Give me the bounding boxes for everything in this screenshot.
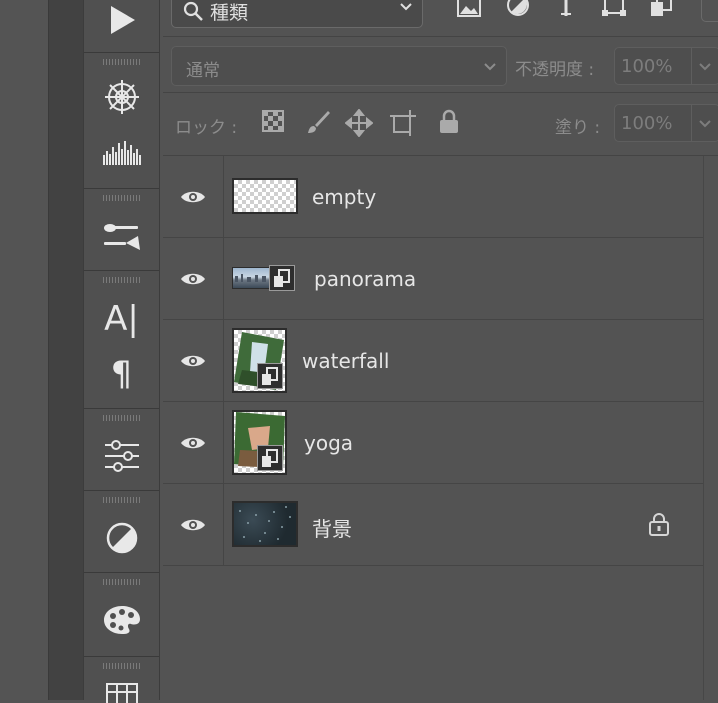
fill-value: 100% [621, 113, 673, 134]
type-filter-icon[interactable] [553, 0, 579, 20]
dock-grip[interactable] [84, 415, 159, 421]
layers-panel: 種類 通常 不透明度 : 100% ロック: 塗り: 100% empty … [163, 0, 718, 700]
layer-list-scrollbar[interactable] [703, 156, 718, 700]
visibility-toggle[interactable] [163, 156, 224, 237]
lock-position-icon[interactable] [345, 109, 373, 137]
layer-thumbnail [232, 501, 298, 547]
panel-icon-dock: A| ¶ [83, 0, 160, 703]
dock-group-type: A| ¶ [84, 271, 159, 409]
palette-icon[interactable] [84, 597, 159, 643]
layer-thumbnail [232, 267, 272, 289]
canvas-area [0, 0, 48, 700]
layer-thumbnail [232, 178, 298, 214]
dock-group-color [84, 53, 159, 189]
layer-name[interactable]: waterfall [302, 349, 389, 373]
layer-row-panorama[interactable]: panorama [163, 238, 703, 320]
layer-name[interactable]: panorama [314, 267, 416, 291]
filter-kind-label: 種類 [210, 1, 249, 24]
lock-artboard-icon[interactable] [389, 109, 417, 137]
color-wheel-icon[interactable] [84, 75, 159, 119]
dock-grip[interactable] [84, 497, 159, 503]
opacity-label: 不透明度 : [515, 60, 595, 80]
chevron-down-icon [484, 63, 496, 71]
dock-grip[interactable] [84, 579, 159, 585]
layer-row-waterfall[interactable]: waterfall [163, 320, 703, 402]
opacity-field-divider [691, 48, 692, 84]
visibility-toggle[interactable] [163, 402, 224, 483]
lock-image-pixels-icon[interactable] [305, 109, 331, 135]
contrast-icon[interactable] [84, 515, 159, 561]
adjustment-filter-icon[interactable] [505, 0, 531, 20]
opacity-field[interactable]: 100% [614, 47, 718, 85]
paragraph-icon[interactable]: ¶ [84, 351, 159, 397]
adjustments-icon[interactable] [84, 433, 159, 479]
eye-icon [181, 355, 205, 366]
dock-group-properties [84, 491, 159, 573]
fill-field-divider [691, 105, 692, 141]
chevron-down-icon[interactable] [697, 116, 713, 132]
lock-options-bar: ロック : 塗り : 100% [163, 93, 718, 156]
layer-name[interactable]: yoga [304, 431, 353, 455]
dock-grip[interactable] [84, 59, 159, 65]
fill-label: 塗り : [555, 118, 601, 138]
image-filter-icon[interactable] [456, 0, 482, 20]
smart-object-icon [257, 445, 283, 471]
eye-icon [181, 191, 205, 202]
blend-mode-select[interactable]: 通常 [171, 46, 507, 86]
layer-lock-icon[interactable] [648, 512, 670, 536]
layer-name[interactable]: 背景 [312, 513, 352, 542]
grid-icon[interactable] [84, 683, 159, 703]
filter-toggle[interactable] [701, 0, 718, 22]
lock-transparent-pixels-icon[interactable] [261, 109, 285, 133]
blend-mode-value: 通常 [186, 61, 220, 81]
panel-dock-gutter [48, 0, 83, 700]
eye-icon [181, 273, 205, 284]
lock-label: ロック : [175, 118, 238, 138]
layer-filter-bar: 種類 [163, 0, 718, 37]
eye-icon [181, 519, 205, 530]
fill-field[interactable]: 100% [614, 104, 718, 142]
play-icon[interactable] [84, 0, 159, 40]
dock-grip[interactable] [84, 277, 159, 283]
smart-object-icon [269, 265, 295, 291]
visibility-toggle[interactable] [163, 484, 224, 565]
dock-group-adjustments [84, 409, 159, 491]
shape-filter-icon[interactable] [601, 0, 627, 20]
visibility-toggle[interactable] [163, 238, 224, 319]
chevron-down-icon[interactable] [697, 59, 713, 75]
layer-row-yoga[interactable]: yoga [163, 402, 703, 484]
histogram-icon[interactable] [84, 129, 159, 173]
dock-group-swatches [84, 573, 159, 657]
smart-object-icon [257, 363, 283, 389]
chevron-down-icon [400, 3, 412, 11]
opacity-value: 100% [621, 56, 673, 77]
dock-group-actions [84, 0, 159, 53]
eye-icon [181, 437, 205, 448]
dock-grip[interactable] [84, 195, 159, 201]
layer-name[interactable]: empty [312, 185, 376, 209]
filter-kind-select[interactable]: 種類 [171, 0, 423, 28]
dock-group-brushes [84, 189, 159, 271]
dock-grip[interactable] [84, 663, 159, 669]
layer-row-empty[interactable]: empty [163, 156, 703, 238]
layer-row-background[interactable]: 背景 [163, 484, 703, 566]
visibility-toggle[interactable] [163, 320, 224, 401]
lock-all-icon[interactable] [437, 109, 461, 135]
smart-object-filter-icon[interactable] [649, 0, 675, 20]
type-icon[interactable]: A| [84, 295, 159, 343]
brush-settings-icon[interactable] [84, 213, 159, 259]
dock-group-libraries [84, 657, 159, 703]
search-icon [183, 1, 203, 21]
blend-options-bar: 通常 不透明度 : 100% [163, 36, 718, 93]
